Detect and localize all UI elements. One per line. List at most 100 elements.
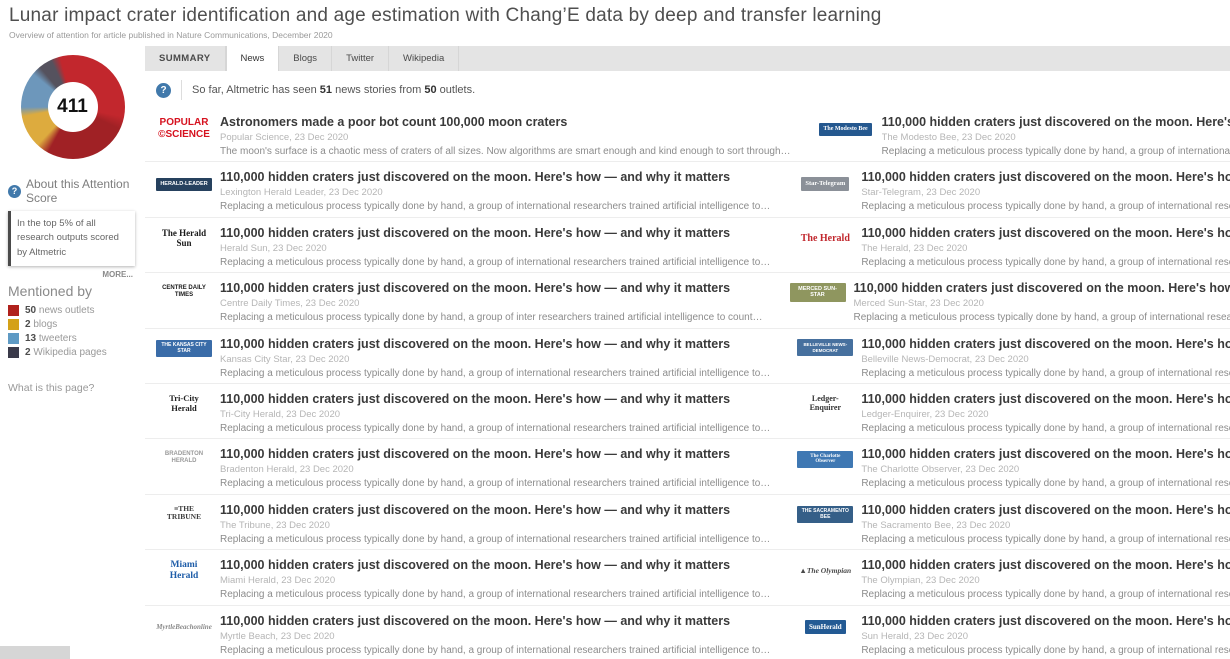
outlet-logo[interactable]: Tri-City Herald: [156, 394, 212, 438]
what-is-this-page-link[interactable]: What is this page?: [8, 382, 137, 394]
news-snippet: The moon's surface is a chaotic mess of …: [220, 146, 791, 157]
attention-score: 411: [57, 96, 88, 118]
news-item: THE KANSAS CITY STAR 110,000 hidden crat…: [145, 329, 786, 383]
news-title[interactable]: 110,000 hidden craters just discovered o…: [220, 392, 770, 406]
news-title[interactable]: 110,000 hidden craters just discovered o…: [861, 226, 1230, 240]
mention-count: 50: [25, 305, 36, 316]
news-title[interactable]: 110,000 hidden craters just discovered o…: [854, 281, 1230, 295]
outlet-logo[interactable]: The Charlotte Observer: [797, 449, 853, 493]
news-title[interactable]: 110,000 hidden craters just discovered o…: [220, 337, 770, 351]
news-source-date: Bradenton Herald, 23 Dec 2020: [220, 464, 770, 475]
mention-row[interactable]: 2 Wikipedia pages: [8, 347, 137, 358]
news-source-date: The Sacramento Bee, 23 Dec 2020: [861, 520, 1230, 531]
news-title[interactable]: 110,000 hidden craters just discovered o…: [861, 170, 1230, 184]
news-summary-text: So far, Altmetric has seen 51 news stori…: [192, 84, 475, 96]
mention-label: tweeters: [39, 333, 77, 344]
news-title[interactable]: 110,000 hidden craters just discovered o…: [220, 503, 770, 517]
news-title[interactable]: 110,000 hidden craters just discovered o…: [861, 558, 1230, 572]
outlet-logo[interactable]: THE SACRAMENTO BEE: [797, 505, 853, 549]
outlet-logo[interactable]: POPULAR ©SCIENCE: [156, 117, 212, 161]
outlet-logo-text: THE KANSAS CITY STAR: [156, 340, 212, 358]
outlet-logo-text: BRADENTON HERALD: [156, 451, 212, 465]
news-snippet: Replacing a meticulous process typically…: [861, 368, 1230, 379]
news-snippet: Replacing a meticulous process typically…: [220, 645, 770, 656]
altmetric-donut: 411: [21, 55, 125, 159]
mention-label: news outlets: [39, 305, 95, 316]
news-source-date: Star-Telegram, 23 Dec 2020: [861, 187, 1230, 198]
mention-row[interactable]: 50 news outlets: [8, 305, 137, 316]
news-item: The Herald 110,000 hidden craters just d…: [786, 218, 1230, 272]
news-title[interactable]: 110,000 hidden craters just discovered o…: [220, 614, 770, 628]
news-title[interactable]: 110,000 hidden craters just discovered o…: [882, 115, 1230, 129]
news-row: BRADENTON HERALD 110,000 hidden craters …: [145, 439, 1230, 494]
mention-color-swatch: [8, 347, 19, 358]
tab-twitter[interactable]: Twitter: [332, 46, 389, 71]
outlet-logo[interactable]: Ledger-Enquirer: [797, 394, 853, 438]
outlet-logo-text: The Herald: [801, 233, 850, 245]
help-icon[interactable]: ?: [8, 185, 21, 198]
help-icon[interactable]: ?: [156, 83, 171, 98]
outlet-logo[interactable]: HERALD-LEADER: [156, 172, 212, 216]
news-summary-row: ? So far, Altmetric has seen 51 news sto…: [145, 71, 1230, 107]
more-link[interactable]: MORE...: [0, 270, 133, 279]
news-title[interactable]: 110,000 hidden craters just discovered o…: [861, 503, 1230, 517]
outlet-logo[interactable]: BELLEVILLE NEWS-DEMOCRAT: [797, 339, 853, 383]
news-title[interactable]: 110,000 hidden craters just discovered o…: [861, 337, 1230, 351]
page-subtitle: Overview of attention for article publis…: [9, 30, 1230, 40]
news-title[interactable]: 110,000 hidden craters just discovered o…: [861, 447, 1230, 461]
mention-count: 2: [25, 347, 31, 358]
news-source-date: Miami Herald, 23 Dec 2020: [220, 575, 770, 586]
link-status-tooltip: [0, 646, 70, 659]
mention-row[interactable]: 2 blogs: [8, 319, 137, 330]
news-snippet: Replacing a meticulous process typically…: [220, 257, 770, 268]
news-title[interactable]: 110,000 hidden craters just discovered o…: [220, 281, 763, 295]
outlet-logo-text: The Charlotte Observer: [797, 451, 853, 469]
main-content: SUMMARYNewsBlogsTwitterWikipedia ? So fa…: [145, 46, 1230, 659]
news-source-date: The Herald, 23 Dec 2020: [861, 243, 1230, 254]
outlet-logo[interactable]: Miami Herald: [156, 560, 212, 604]
tab-news[interactable]: News: [226, 46, 280, 71]
mention-row[interactable]: 13 tweeters: [8, 333, 137, 344]
about-label: About this Attention Score: [26, 177, 139, 205]
news-snippet: Replacing a meticulous process typically…: [854, 312, 1230, 323]
outlet-logo[interactable]: The Herald Sun: [156, 228, 212, 272]
outlet-logo[interactable]: ≡THE TRIBUNE: [156, 505, 212, 549]
news-title[interactable]: 110,000 hidden craters just discovered o…: [220, 447, 770, 461]
news-snippet: Replacing a meticulous process typically…: [220, 368, 770, 379]
news-title[interactable]: 110,000 hidden craters just discovered o…: [220, 170, 770, 184]
news-title[interactable]: Astronomers made a poor bot count 100,00…: [220, 115, 791, 129]
news-source-date: Ledger-Enquirer, 23 Dec 2020: [861, 409, 1230, 420]
news-title[interactable]: 110,000 hidden craters just discovered o…: [861, 614, 1230, 628]
outlet-logo[interactable]: CENTRE DAILY TIMES: [156, 283, 212, 327]
tab-wikipedia[interactable]: Wikipedia: [389, 46, 459, 71]
outlet-logo[interactable]: MyrtleBeachonline: [156, 616, 212, 659]
news-title[interactable]: 110,000 hidden craters just discovered o…: [220, 226, 770, 240]
news-snippet: Replacing a meticulous process typically…: [861, 201, 1230, 212]
news-item: ▲The Olympian 110,000 hidden craters jus…: [786, 550, 1230, 604]
tab-blogs[interactable]: Blogs: [279, 46, 332, 71]
outlet-logo[interactable]: BRADENTON HERALD: [156, 449, 212, 493]
outlet-logo[interactable]: THE KANSAS CITY STAR: [156, 339, 212, 383]
score-context-text: In the top 5% of all research outputs sc…: [17, 218, 119, 258]
news-snippet: Replacing a meticulous process typically…: [882, 146, 1230, 157]
news-title[interactable]: 110,000 hidden craters just discovered o…: [861, 392, 1230, 406]
outlet-logo[interactable]: MERCED SUN-STAR: [790, 283, 846, 327]
news-item: Ledger-Enquirer 110,000 hidden craters j…: [786, 384, 1230, 438]
outlet-logo[interactable]: Star-Telegram: [797, 172, 853, 216]
about-attention-score[interactable]: ? About this Attention Score: [8, 177, 139, 205]
outlet-logo-text: The Herald Sun: [156, 228, 212, 249]
news-item: SunHerald 110,000 hidden craters just di…: [786, 606, 1230, 659]
outlet-logo[interactable]: SunHerald: [797, 616, 853, 659]
tab-summary[interactable]: SUMMARY: [145, 46, 226, 71]
outlet-logo-text: MyrtleBeachonline: [156, 623, 212, 631]
news-title[interactable]: 110,000 hidden craters just discovered o…: [220, 558, 770, 572]
outlet-logo[interactable]: The Herald: [797, 228, 853, 272]
news-snippet: Replacing a meticulous process typically…: [861, 645, 1230, 656]
outlet-logo-text: BELLEVILLE NEWS-DEMOCRAT: [797, 339, 853, 355]
news-snippet: Replacing a meticulous process typically…: [220, 423, 770, 434]
outlet-logo[interactable]: The Modesto Bee: [818, 117, 874, 161]
outlet-logo[interactable]: ▲The Olympian: [797, 560, 853, 604]
news-item: Tri-City Herald 110,000 hidden craters j…: [145, 384, 786, 438]
news-item: The Charlotte Observer 110,000 hidden cr…: [786, 439, 1230, 493]
news-snippet: Replacing a meticulous process typically…: [861, 257, 1230, 268]
